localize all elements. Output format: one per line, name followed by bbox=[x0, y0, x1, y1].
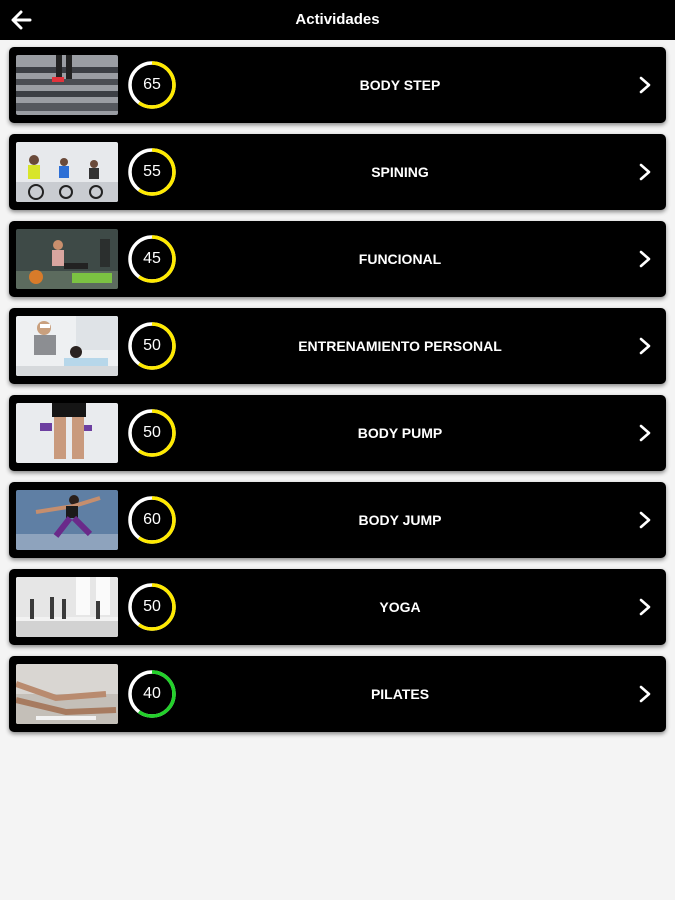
activity-name: BODY JUMP bbox=[358, 512, 442, 528]
activity-value: 55 bbox=[143, 163, 161, 180]
chevron-right-icon bbox=[639, 337, 651, 355]
chevron-right-icon bbox=[639, 685, 651, 703]
activity-thumbnail bbox=[16, 229, 118, 289]
activity-list: 65 BODY STEP 55 SPINING 45 FUNCIONAL 50 … bbox=[9, 47, 666, 743]
activity-thumbnail bbox=[16, 142, 118, 202]
activity-card-body-jump[interactable]: 60 BODY JUMP bbox=[9, 482, 666, 558]
activity-thumbnail bbox=[16, 490, 118, 550]
activity-card-body-pump[interactable]: 50 BODY PUMP bbox=[9, 395, 666, 471]
app-header: Actividades bbox=[0, 0, 675, 40]
chevron-right-icon bbox=[639, 76, 651, 94]
progress-ring: 55 bbox=[127, 147, 177, 197]
progress-ring: 50 bbox=[127, 408, 177, 458]
activity-card-pilates[interactable]: 40 PILATES bbox=[9, 656, 666, 732]
activity-card-body-step[interactable]: 65 BODY STEP bbox=[9, 47, 666, 123]
progress-ring: 50 bbox=[127, 321, 177, 371]
activity-value: 60 bbox=[143, 511, 161, 528]
activity-value: 65 bbox=[143, 76, 161, 93]
activity-thumbnail bbox=[16, 55, 118, 115]
page-title: Actividades bbox=[295, 11, 380, 28]
activity-name: ENTRENAMIENTO PERSONAL bbox=[298, 338, 502, 354]
chevron-right-icon bbox=[639, 250, 651, 268]
progress-ring: 50 bbox=[127, 582, 177, 632]
activity-value: 45 bbox=[143, 250, 161, 267]
activity-card-entrenamiento-personal[interactable]: 50 ENTRENAMIENTO PERSONAL bbox=[9, 308, 666, 384]
progress-ring: 45 bbox=[127, 234, 177, 284]
activity-card-yoga[interactable]: 50 YOGA bbox=[9, 569, 666, 645]
activity-thumbnail bbox=[16, 316, 118, 376]
chevron-right-icon bbox=[639, 424, 651, 442]
chevron-right-icon bbox=[639, 598, 651, 616]
activity-card-spining[interactable]: 55 SPINING bbox=[9, 134, 666, 210]
activity-value: 40 bbox=[143, 685, 161, 702]
activity-name: BODY STEP bbox=[359, 77, 441, 93]
activity-name: YOGA bbox=[379, 599, 421, 615]
activity-card-funcional[interactable]: 45 FUNCIONAL bbox=[9, 221, 666, 297]
activity-name: FUNCIONAL bbox=[358, 251, 442, 267]
activity-name: PILATES bbox=[370, 686, 430, 702]
activity-name: SPINING bbox=[371, 164, 429, 180]
activity-value: 50 bbox=[143, 598, 161, 615]
progress-ring: 40 bbox=[127, 669, 177, 719]
activity-thumbnail bbox=[16, 577, 118, 637]
activity-thumbnail bbox=[16, 664, 118, 724]
progress-ring: 60 bbox=[127, 495, 177, 545]
chevron-right-icon bbox=[639, 511, 651, 529]
activity-value: 50 bbox=[143, 337, 161, 354]
activity-value: 50 bbox=[143, 424, 161, 441]
activity-name: BODY PUMP bbox=[357, 425, 443, 441]
chevron-right-icon bbox=[639, 163, 651, 181]
progress-ring: 65 bbox=[127, 60, 177, 110]
activity-thumbnail bbox=[16, 403, 118, 463]
